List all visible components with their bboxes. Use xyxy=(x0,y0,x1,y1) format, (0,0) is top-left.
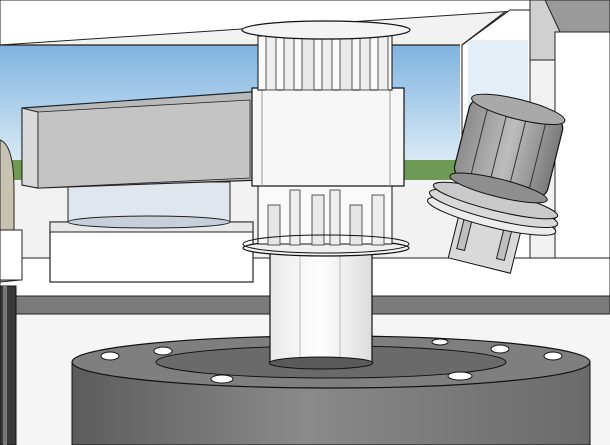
central-shaft xyxy=(268,249,374,370)
bearing-disc xyxy=(67,181,231,229)
upper-pulley xyxy=(241,20,411,91)
lower-pulley xyxy=(242,185,410,257)
cad-render-scene xyxy=(0,0,610,445)
hub-band xyxy=(251,87,405,187)
arm-beam xyxy=(21,91,263,189)
left-support-block xyxy=(49,221,254,283)
